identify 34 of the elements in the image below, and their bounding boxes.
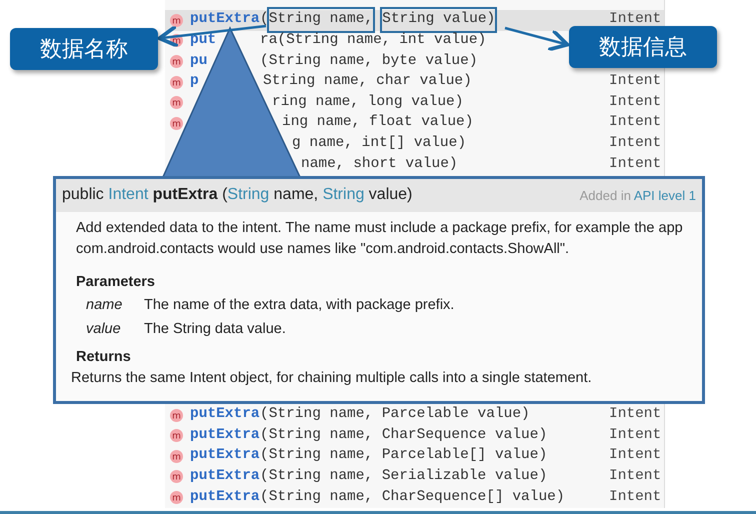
parameter-name: name (86, 296, 124, 315)
completion-item[interactable]: m putExtra(String name, String value) Intent (165, 10, 664, 31)
method-icon: m (170, 54, 183, 68)
parameter-name: value (86, 320, 122, 339)
completion-item[interactable]: m p String name, char value) Intent (165, 72, 664, 92)
method-icon: m (170, 96, 183, 110)
parameter-description: The name of the extra data, with package prefix. (144, 296, 454, 315)
completion-item[interactable]: name, short value) Intent (165, 154, 664, 175)
method-icon: m (170, 490, 183, 504)
method-icon: m (170, 450, 183, 463)
completion-item[interactable]: m ing name, float value) Intent (165, 112, 664, 134)
method-icon: m (170, 408, 183, 422)
callout-label: 数据信息 (569, 26, 717, 68)
method-icon: m (170, 429, 183, 442)
completion-item[interactable]: m ring name, long value) Intent (165, 92, 664, 113)
returns-text: Returns the same Intent object, for chaining multiple calls into a single statement. (71, 368, 593, 388)
completion-item[interactable]: g name, int[] value) Intent (165, 134, 664, 154)
arrow (504, 26, 570, 52)
parameters-heading: Parameters (76, 272, 156, 292)
completion-item[interactable]: m putExtra(String name, Parcelable[] value) Intent (165, 446, 664, 467)
completion-item[interactable]: m putExtra(String name, CharSequence[] value) Intent (165, 487, 664, 508)
completion-item[interactable]: m putExtra(String name, CharSequence value) Intent (165, 425, 664, 446)
completion-item[interactable]: m putExtra(String name, Serializable value) Intent (165, 466, 664, 488)
method-signature: public Intent putExtra (String name, String value) (62, 185, 412, 206)
method-icon: m (170, 76, 183, 89)
completion-item[interactable]: m putExtra(String name, Parcelable value) Intent (165, 404, 664, 426)
returns-heading: Returns (76, 348, 132, 367)
method-icon: m (170, 14, 183, 27)
api-level-note: Added in API level 1 (580, 186, 696, 204)
callout-label: 数据名称 (10, 28, 158, 70)
parameter-description: The String data value. (144, 320, 286, 339)
method-icon: m (170, 116, 183, 130)
description-text: Add extended data to the intent. The name must include a package prefix, for example the app com.android.contacts would use names like "com.android.contacts.ShowAll". (76, 218, 684, 259)
method-icon: m (170, 470, 183, 484)
